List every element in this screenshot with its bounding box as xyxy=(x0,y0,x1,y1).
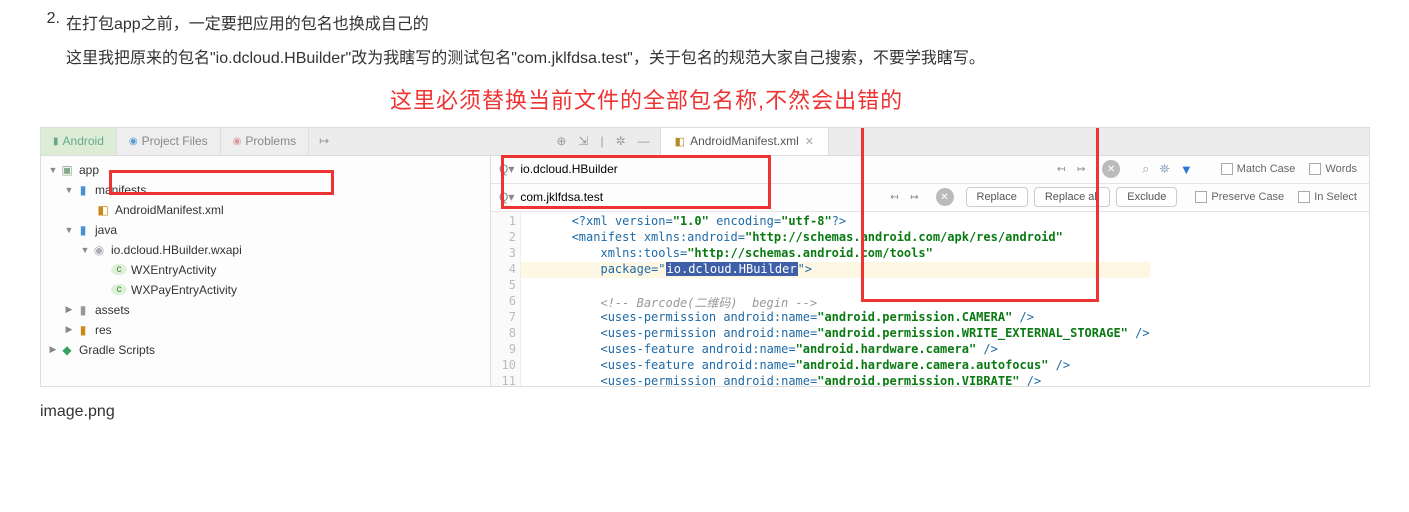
clear-find-icon[interactable]: ✕ xyxy=(1102,160,1120,178)
gear-icon[interactable]: ✲ xyxy=(616,134,626,148)
doc-line-2: 这里我把原来的包名"io.dcloud.HBuilder"改为我瞎写的测试包名"… xyxy=(66,44,1369,74)
replace-bar: Q▾ ↤ ↦ ✕ Replace Replace all Exclude Pre… xyxy=(491,184,1369,212)
find-opt2-icon[interactable]: ⛯ xyxy=(1159,161,1169,177)
search-icon: Q▾ xyxy=(499,162,514,176)
view-tab-android[interactable]: ▮Android xyxy=(41,128,117,155)
editor-tab-label: AndroidManifest.xml xyxy=(690,134,799,148)
view-tab-label: Project Files xyxy=(142,134,208,148)
tree-node-gradle[interactable]: ▶◆Gradle Scripts xyxy=(41,340,490,360)
find-input[interactable] xyxy=(520,159,720,179)
code-lines[interactable]: <?xml version="1.0" encoding="utf-8"?> <… xyxy=(521,212,1150,386)
find-bar: Q▾ ↤ ↦ ✕ ⌕ ⛯ ▼ Match Case Words xyxy=(491,156,1369,184)
collapse-icon[interactable]: ⇲ xyxy=(578,134,588,148)
red-callout: 这里必须替换当前文件的全部包名称,不然会出错的 xyxy=(390,83,1369,115)
tree-node-class2[interactable]: cWXPayEntryActivity xyxy=(41,280,490,300)
tree-node-app[interactable]: ▼▣app xyxy=(41,160,490,180)
code-area[interactable]: 123 456 789 101112 <?xml version="1.0" e… xyxy=(491,212,1369,386)
view-tab-problems[interactable]: ◉Problems xyxy=(221,128,309,155)
find-opt1-icon[interactable]: ⌕ xyxy=(1142,161,1149,177)
opt-match-case[interactable]: Match Case xyxy=(1221,163,1296,175)
minimize-icon[interactable]: — xyxy=(638,134,650,148)
view-tab-project-files[interactable]: ◉Project Files xyxy=(117,128,221,155)
opt-in-selection[interactable]: In Select xyxy=(1298,191,1357,203)
arrow-right-icon[interactable]: ↦ xyxy=(319,134,329,148)
clear-replace-icon[interactable]: ✕ xyxy=(936,188,954,206)
tree-node-manifests[interactable]: ▼▮manifests xyxy=(41,180,490,200)
find-next-btn[interactable]: ↦ xyxy=(1072,160,1090,178)
list-number: 2. xyxy=(40,10,66,28)
target-icon[interactable]: ⊕ xyxy=(556,134,566,148)
ide-screenshot: ▮Android ◉Project Files ◉Problems ↦ ⊕ ⇲ … xyxy=(40,127,1370,387)
opt-preserve-case[interactable]: Preserve Case xyxy=(1195,191,1284,203)
view-tabs: ▮Android ◉Project Files ◉Problems ↦ xyxy=(41,128,339,155)
view-tab-label: Problems xyxy=(245,134,296,148)
find-prev-btn[interactable]: ↤ xyxy=(1052,160,1070,178)
replace-input[interactable] xyxy=(520,187,720,207)
editor-tab-manifest[interactable]: ◧ AndroidManifest.xml ✕ xyxy=(660,128,829,155)
project-tree[interactable]: ▼▣app ▼▮manifests ◧AndroidManifest.xml ▼… xyxy=(41,156,491,386)
editor-pane: Q▾ ↤ ↦ ✕ ⌕ ⛯ ▼ Match Case Words Q▾ xyxy=(491,156,1369,386)
close-tab-icon[interactable]: ✕ xyxy=(805,135,814,148)
replace-icon: Q▾ xyxy=(499,190,514,204)
image-caption: image.png xyxy=(40,403,1409,421)
doc-line-1: 在打包app之前，一定要把应用的包名也换成自己的 xyxy=(66,10,429,40)
divider: | xyxy=(600,134,603,148)
tree-node-java[interactable]: ▼▮java xyxy=(41,220,490,240)
tree-node-class1[interactable]: cWXEntryActivity xyxy=(41,260,490,280)
editor-tabs: ◧ AndroidManifest.xml ✕ xyxy=(660,128,829,155)
ide-topbar: ▮Android ◉Project Files ◉Problems ↦ ⊕ ⇲ … xyxy=(41,128,1369,156)
opt-words[interactable]: Words xyxy=(1309,163,1357,175)
replace-all-button[interactable]: Replace all xyxy=(1034,187,1110,207)
tree-node-package[interactable]: ▼◉io.dcloud.HBuilder.wxapi xyxy=(41,240,490,260)
filter-icon[interactable]: ▼ xyxy=(1180,162,1193,177)
replace-prev-btn[interactable]: ↤ xyxy=(886,188,904,206)
tree-node-res[interactable]: ▶▮res xyxy=(41,320,490,340)
line-gutter: 123 456 789 101112 xyxy=(491,212,521,386)
xml-file-icon: ◧ xyxy=(675,135,685,148)
tree-node-manifest-file[interactable]: ◧AndroidManifest.xml xyxy=(41,200,490,220)
replace-next-btn[interactable]: ↦ xyxy=(906,188,924,206)
view-tab-label: Android xyxy=(63,134,104,148)
tree-node-assets[interactable]: ▶▮assets xyxy=(41,300,490,320)
exclude-button[interactable]: Exclude xyxy=(1116,187,1177,207)
replace-button[interactable]: Replace xyxy=(966,187,1028,207)
